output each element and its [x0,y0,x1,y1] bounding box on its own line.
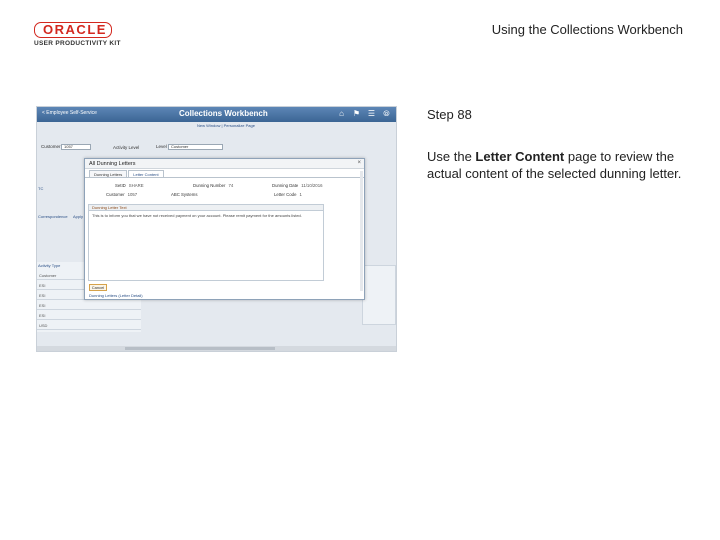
right-grid-panel [362,265,396,325]
letter-code-value: 1 [299,192,302,197]
tab-divider [85,177,364,178]
step-text-bold: Letter Content [475,149,565,164]
grid-cell: USD [39,323,48,328]
grid-cell: Customer [39,273,57,278]
dunning-date-field: Dunning Date 11/10/2016 [272,183,322,188]
customer-field-modal: Customer 1057 [106,192,137,197]
grid-label: Activity Type [38,263,61,268]
scrollbar-thumb[interactable] [125,347,275,350]
application-screenshot: < Employee Self-Service Collections Work… [36,106,397,352]
dunning-number-label: Dunning Number [193,183,226,188]
level-select[interactable]: Customer [168,144,223,150]
letter-text: This is to inform you that we have not r… [92,213,302,218]
logo-brand: ORACLE [34,22,112,38]
setid-label: SetID [115,183,126,188]
app-header-bar: < Employee Self-Service Collections Work… [37,107,396,122]
header-icons: ⌂ ⚑ ☰ ⦾ [337,109,391,118]
table-row[interactable]: ESI [37,300,141,310]
letter-code-label: Letter Code [274,192,297,197]
page-actions-bar[interactable]: New Window | Personalize Page [197,123,255,128]
grid-cell: ESI [39,293,46,298]
home-icon[interactable]: ⌂ [337,109,346,118]
setid-field: SetID SHARE [115,183,144,188]
flag-icon[interactable]: ⚑ [352,109,361,118]
step-text-before: Use the [427,149,476,164]
activity-level-label: Activity Level [113,145,140,150]
table-row[interactable]: ESI [37,310,141,320]
modal-title: All Dunning Letters [89,161,136,167]
oracle-upk-logo: ORACLE USER PRODUCTIVITY KIT [34,22,126,48]
modal-scrollbar[interactable] [360,171,363,291]
logo-kit: USER PRODUCTIVITY KIT [34,40,121,47]
left-item-apply[interactable]: Apply [73,214,83,219]
close-icon[interactable]: × [357,160,361,166]
document-title: Using the Collections Workbench [491,22,683,37]
left-item-correspondence[interactable]: Correspondence [38,214,68,219]
dunning-date-value: 11/10/2016 [301,183,323,188]
dunning-letters-link[interactable]: Dunning Letters (Letter Detail) [89,293,143,298]
left-item-tc[interactable]: TC [38,186,43,191]
customer-value-modal: 1057 [127,192,138,197]
back-link[interactable]: < Employee Self-Service [42,110,97,116]
customer-label: Customer [41,144,61,149]
letter-code-field: Letter Code 1 [274,192,302,197]
modal-header: All Dunning Letters × [85,159,364,169]
setid-value: SHARE [128,183,144,188]
customer-label-modal: Customer [106,192,125,197]
grid-cell: ESI [39,313,46,318]
compass-icon[interactable]: ⦾ [382,109,391,118]
customer-name-value: ABC Systems [171,192,198,197]
step-title: Step 88 [427,107,472,122]
step-instructions: Use the Letter Content page to review th… [427,148,689,182]
all-dunning-letters-modal: All Dunning Letters × Dunning Letters Le… [84,158,365,300]
dunning-letter-text-panel: Dunning Letter Text This is to inform yo… [88,204,324,281]
menu-icon[interactable]: ☰ [367,109,376,118]
cancel-button[interactable]: Cancel [89,284,107,291]
dunning-number-value: 74 [228,183,234,188]
horizontal-scrollbar[interactable] [37,346,396,351]
customer-field[interactable]: 1057 [61,144,91,150]
dunning-date-label: Dunning Date [272,183,299,188]
grid-cell: ESI [39,283,46,288]
app-page-title: Collections Workbench [179,109,268,118]
table-row[interactable]: USD [37,320,141,330]
dunning-number-field: Dunning Number 74 [193,183,233,188]
level-label: Level [156,144,167,149]
grid-cell: ESI [39,303,46,308]
